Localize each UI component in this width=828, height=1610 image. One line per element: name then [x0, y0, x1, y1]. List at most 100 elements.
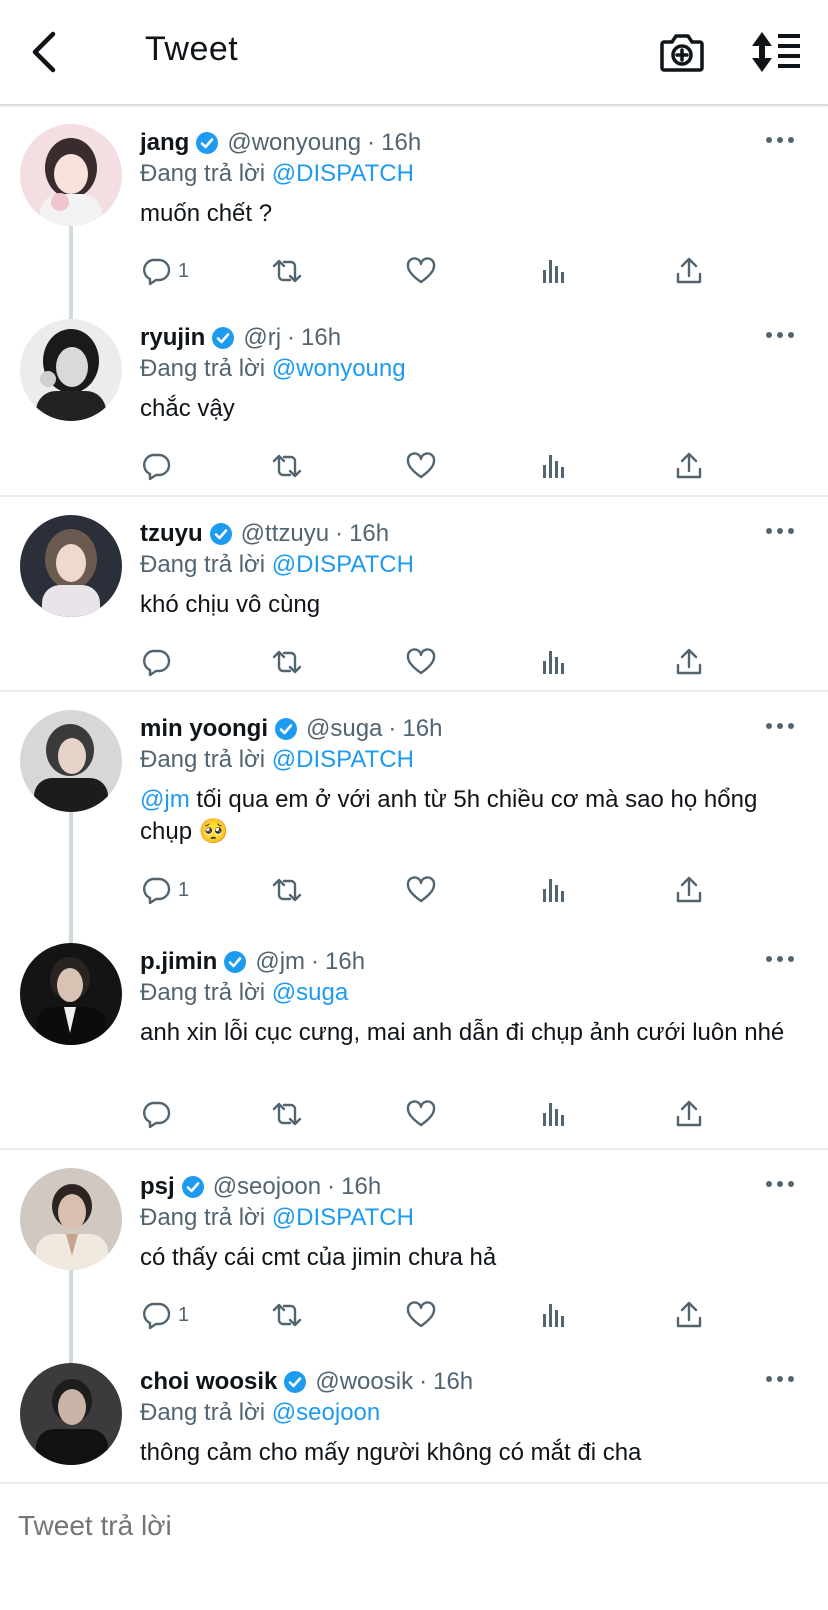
timestamp[interactable]: 16h — [349, 519, 389, 549]
like-button[interactable] — [405, 1096, 437, 1132]
tweet-actions — [140, 448, 740, 484]
page-title: Tweet — [145, 30, 239, 68]
like-button[interactable] — [405, 872, 437, 908]
retweet-icon — [272, 1303, 302, 1327]
display-name[interactable]: ryujin — [140, 323, 205, 353]
thread-connector — [69, 925, 73, 943]
avatar[interactable] — [20, 943, 122, 1045]
display-name[interactable]: p.jimin — [140, 947, 217, 977]
replying-to-handle[interactable]: @DISPATCH — [272, 160, 414, 187]
display-name[interactable]: tzuyu — [140, 519, 203, 549]
timestamp[interactable]: 16h — [341, 1172, 381, 1202]
replying-to-handle[interactable]: @wonyoung — [272, 355, 406, 382]
mention-link[interactable]: @jm — [140, 786, 190, 813]
share-icon — [676, 257, 702, 284]
separator: · — [367, 129, 376, 156]
tweet-actions — [140, 644, 740, 680]
views-button[interactable] — [539, 1297, 571, 1333]
like-button[interactable] — [405, 1297, 437, 1333]
replying-to-handle[interactable]: @seojoon — [272, 1399, 380, 1426]
replying-to: Đang trả lời @DISPATCH — [140, 744, 800, 776]
timestamp[interactable]: 16h — [433, 1367, 473, 1397]
thread-connector — [69, 812, 73, 925]
retweet-button[interactable] — [271, 872, 303, 908]
reply-button[interactable] — [140, 1096, 178, 1132]
replying-to-handle[interactable]: @DISPATCH — [272, 551, 414, 578]
like-icon — [406, 1100, 436, 1127]
camera-button[interactable] — [658, 28, 706, 76]
views-button[interactable] — [539, 448, 571, 484]
retweet-button[interactable] — [271, 644, 303, 680]
timestamp[interactable]: 16h — [301, 323, 341, 353]
reply-icon — [143, 1101, 171, 1129]
more-button[interactable] — [766, 716, 800, 736]
like-button[interactable] — [405, 253, 437, 289]
reply-input[interactable] — [18, 1506, 798, 1546]
more-button[interactable] — [766, 521, 800, 541]
retweet-icon — [272, 259, 302, 283]
reply-button[interactable]: 1 — [140, 253, 189, 289]
reply-button[interactable]: 1 — [140, 872, 189, 908]
more-icon — [766, 1376, 772, 1382]
views-button[interactable] — [539, 1096, 571, 1132]
reply-icon — [143, 649, 171, 677]
retweet-button[interactable] — [271, 1096, 303, 1132]
display-name[interactable]: jang — [140, 128, 189, 158]
like-button[interactable] — [405, 448, 437, 484]
more-button[interactable] — [766, 130, 800, 150]
verified-icon — [181, 1176, 204, 1198]
display-name[interactable]: min yoongi — [140, 714, 268, 744]
handle: @ttzuyu — [240, 520, 330, 547]
avatar[interactable] — [20, 1363, 122, 1465]
timestamp[interactable]: 16h — [381, 128, 421, 158]
reply-icon — [143, 877, 171, 905]
more-button[interactable] — [766, 325, 800, 345]
tweet[interactable]: p.jimin @jm · 16h Đang trả lời @suga anh… — [0, 925, 828, 1150]
share-button[interactable] — [673, 1297, 705, 1333]
views-button[interactable] — [539, 253, 571, 289]
views-button[interactable] — [539, 872, 571, 908]
share-button[interactable] — [673, 1096, 705, 1132]
replying-to-handle[interactable]: @DISPATCH — [272, 746, 414, 773]
retweet-icon — [272, 454, 302, 478]
retweet-button[interactable] — [271, 1297, 303, 1333]
tweet[interactable]: jang @wonyoung · 16h Đang trả lời @DISPA… — [0, 106, 828, 301]
like-button[interactable] — [405, 644, 437, 680]
views-icon — [543, 879, 564, 902]
timestamp[interactable]: 16h — [402, 714, 442, 744]
timestamp[interactable]: 16h — [325, 947, 365, 977]
avatar[interactable] — [20, 319, 122, 421]
reply-button[interactable] — [140, 448, 178, 484]
tweet[interactable]: tzuyu @ttzuyu · 16h Đang trả lời @DISPAT… — [0, 497, 828, 692]
display-name[interactable]: choi woosik — [140, 1367, 277, 1397]
more-button[interactable] — [766, 1369, 800, 1389]
tweet[interactable]: min yoongi @suga · 16h Đang trả lời @DIS… — [0, 692, 828, 925]
tweet[interactable]: ryujin @rj · 16h Đang trả lời @wonyoung … — [0, 301, 828, 497]
share-button[interactable] — [673, 253, 705, 289]
replying-to: Đang trả lời @DISPATCH — [140, 1202, 800, 1234]
tweet-text: có thấy cái cmt của jimin chưa hả — [140, 1244, 497, 1271]
replying-to: Đang trả lời @seojoon — [140, 1397, 800, 1429]
reply-button[interactable]: 1 — [140, 1297, 189, 1333]
replying-to-handle[interactable]: @DISPATCH — [272, 1204, 414, 1231]
avatar[interactable] — [20, 124, 122, 226]
avatar[interactable] — [20, 1168, 122, 1270]
share-button[interactable] — [673, 644, 705, 680]
replying-to-handle[interactable]: @suga — [272, 979, 348, 1006]
back-button[interactable] — [24, 28, 64, 76]
tweet-text-body: tối qua em ở với anh từ 5h chiều cơ mà s… — [140, 786, 758, 845]
share-button[interactable] — [673, 872, 705, 908]
more-button[interactable] — [766, 1174, 800, 1194]
retweet-button[interactable] — [271, 448, 303, 484]
tweet[interactable]: psj @seojoon · 16h Đang trả lời @DISPATC… — [0, 1150, 828, 1345]
avatar[interactable] — [20, 710, 122, 812]
sort-button[interactable] — [750, 28, 802, 76]
share-button[interactable] — [673, 448, 705, 484]
avatar[interactable] — [20, 515, 122, 617]
retweet-button[interactable] — [271, 253, 303, 289]
views-button[interactable] — [539, 644, 571, 680]
more-button[interactable] — [766, 949, 800, 969]
reply-button[interactable] — [140, 644, 178, 680]
display-name[interactable]: psj — [140, 1172, 175, 1202]
retweet-icon — [272, 878, 302, 902]
